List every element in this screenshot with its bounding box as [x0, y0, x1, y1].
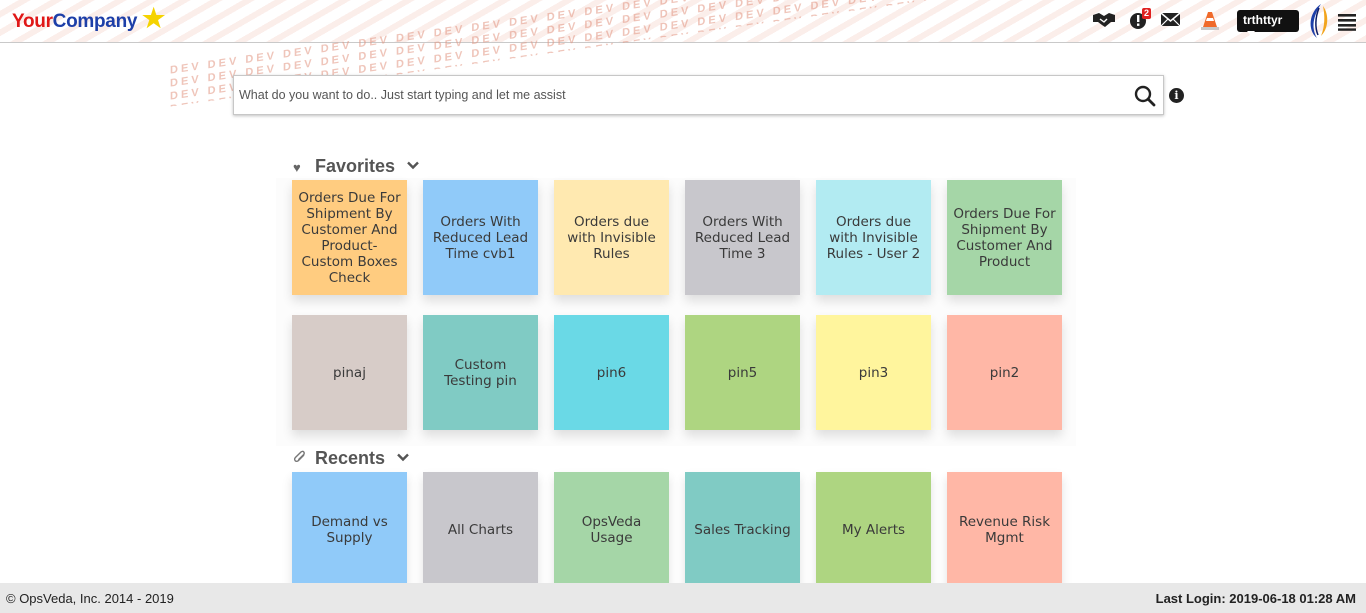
tile-label: Orders due with Invisible Rules: [567, 213, 656, 262]
search-input[interactable]: [234, 76, 1124, 114]
favorite-tile[interactable]: pin3: [816, 315, 931, 430]
heart-icon: ♥: [293, 160, 301, 175]
tile-label: Orders due with Invisible Rules - User 2: [826, 213, 921, 262]
favorites-header[interactable]: ♥ Favorites: [293, 154, 419, 177]
favorite-tile[interactable]: Orders due with Invisible Rules - User 2: [816, 180, 931, 295]
tile-label: Sales Tracking: [694, 521, 791, 538]
recent-tile[interactable]: My Alerts: [816, 472, 931, 587]
tile-label: Orders Due For Shipment By Customer And …: [953, 205, 1056, 270]
recent-tile[interactable]: All Charts: [423, 472, 538, 587]
tile-label: Demand vs Supply: [311, 513, 388, 546]
star-icon: ★: [142, 3, 166, 33]
company-logo[interactable]: YourCompany ★: [12, 3, 165, 33]
chevron-down-icon[interactable]: [397, 446, 409, 467]
favorite-tile[interactable]: Orders With Reduced Lead Time 3: [685, 180, 800, 295]
hamburger-menu-icon[interactable]: [1337, 13, 1357, 31]
tile-label: Revenue Risk Mgmt: [958, 513, 1051, 546]
favorite-tile[interactable]: Orders Due For Shipment By Customer And …: [947, 180, 1062, 295]
tile-label: OpsVeda Usage: [581, 513, 642, 546]
tile-label: pin6: [596, 364, 627, 381]
paperclip-icon: [293, 450, 307, 467]
recent-tile[interactable]: Revenue Risk Mgmt: [947, 472, 1062, 587]
footer: © OpsVeda, Inc. 2014 - 2019 Last Login: …: [0, 583, 1366, 613]
favorite-tile[interactable]: pin6: [554, 315, 669, 430]
alerts-count-badge: 2: [1142, 8, 1152, 19]
copyright-text: © OpsVeda, Inc. 2014 - 2019: [6, 591, 174, 606]
logo-text-part1: Your: [12, 11, 53, 32]
caret-down-icon: [1247, 31, 1255, 36]
recent-tile[interactable]: OpsVeda Usage: [554, 472, 669, 587]
recents-header[interactable]: Recents: [293, 446, 409, 469]
alerts-icon[interactable]: 2: [1129, 8, 1153, 32]
user-menu-button[interactable]: trthttyr: [1237, 10, 1299, 36]
recent-tile[interactable]: Sales Tracking: [685, 472, 800, 587]
tile-label: My Alerts: [841, 521, 906, 538]
favorite-tile[interactable]: pin2: [947, 315, 1062, 430]
favorite-tile[interactable]: Orders With Reduced Lead Time cvb1: [423, 180, 538, 295]
last-login-text: Last Login: 2019-06-18 01:28 AM: [1155, 591, 1356, 606]
tile-label: Orders With Reduced Lead Time 3: [694, 213, 791, 262]
favorite-tile[interactable]: Orders due with Invisible Rules: [554, 180, 669, 295]
favorites-title: Favorites: [315, 156, 396, 176]
handshake-icon[interactable]: [1092, 10, 1116, 32]
top-header: DEV DEV DEV DEV DEV DEV DEV DEV DEV DEV …: [0, 0, 1366, 107]
tile-label: Custom Testing pin: [444, 356, 517, 389]
chevron-down-icon[interactable]: [407, 154, 419, 175]
tile-label: pin5: [727, 364, 758, 381]
favorite-tile[interactable]: pin5: [685, 315, 800, 430]
assistant-search-box: [233, 75, 1164, 115]
recent-tile[interactable]: Demand vs Supply: [292, 472, 407, 587]
opsveda-logo-icon: [1303, 2, 1333, 40]
logo-text-part2: Company: [52, 11, 138, 32]
tile-label: pinaj: [333, 364, 366, 381]
favorite-tile[interactable]: Orders Due For Shipment By Customer And …: [292, 180, 407, 295]
tile-label: pin2: [989, 364, 1020, 381]
tile-label: All Charts: [447, 521, 514, 538]
mail-icon[interactable]: [1160, 10, 1184, 32]
recents-title: Recents: [315, 448, 386, 468]
favorite-tile[interactable]: Custom Testing pin: [423, 315, 538, 430]
traffic-cone-icon[interactable]: [1199, 10, 1223, 32]
info-icon[interactable]: i: [1169, 88, 1184, 103]
tile-label: pin3: [858, 364, 889, 381]
search-icon[interactable]: [1134, 85, 1156, 112]
user-name: trthttyr: [1243, 13, 1283, 27]
tile-label: Orders Due For Shipment By Customer And …: [298, 189, 401, 286]
favorite-tile[interactable]: pinaj: [292, 315, 407, 430]
tile-label: Orders With Reduced Lead Time cvb1: [432, 213, 529, 262]
